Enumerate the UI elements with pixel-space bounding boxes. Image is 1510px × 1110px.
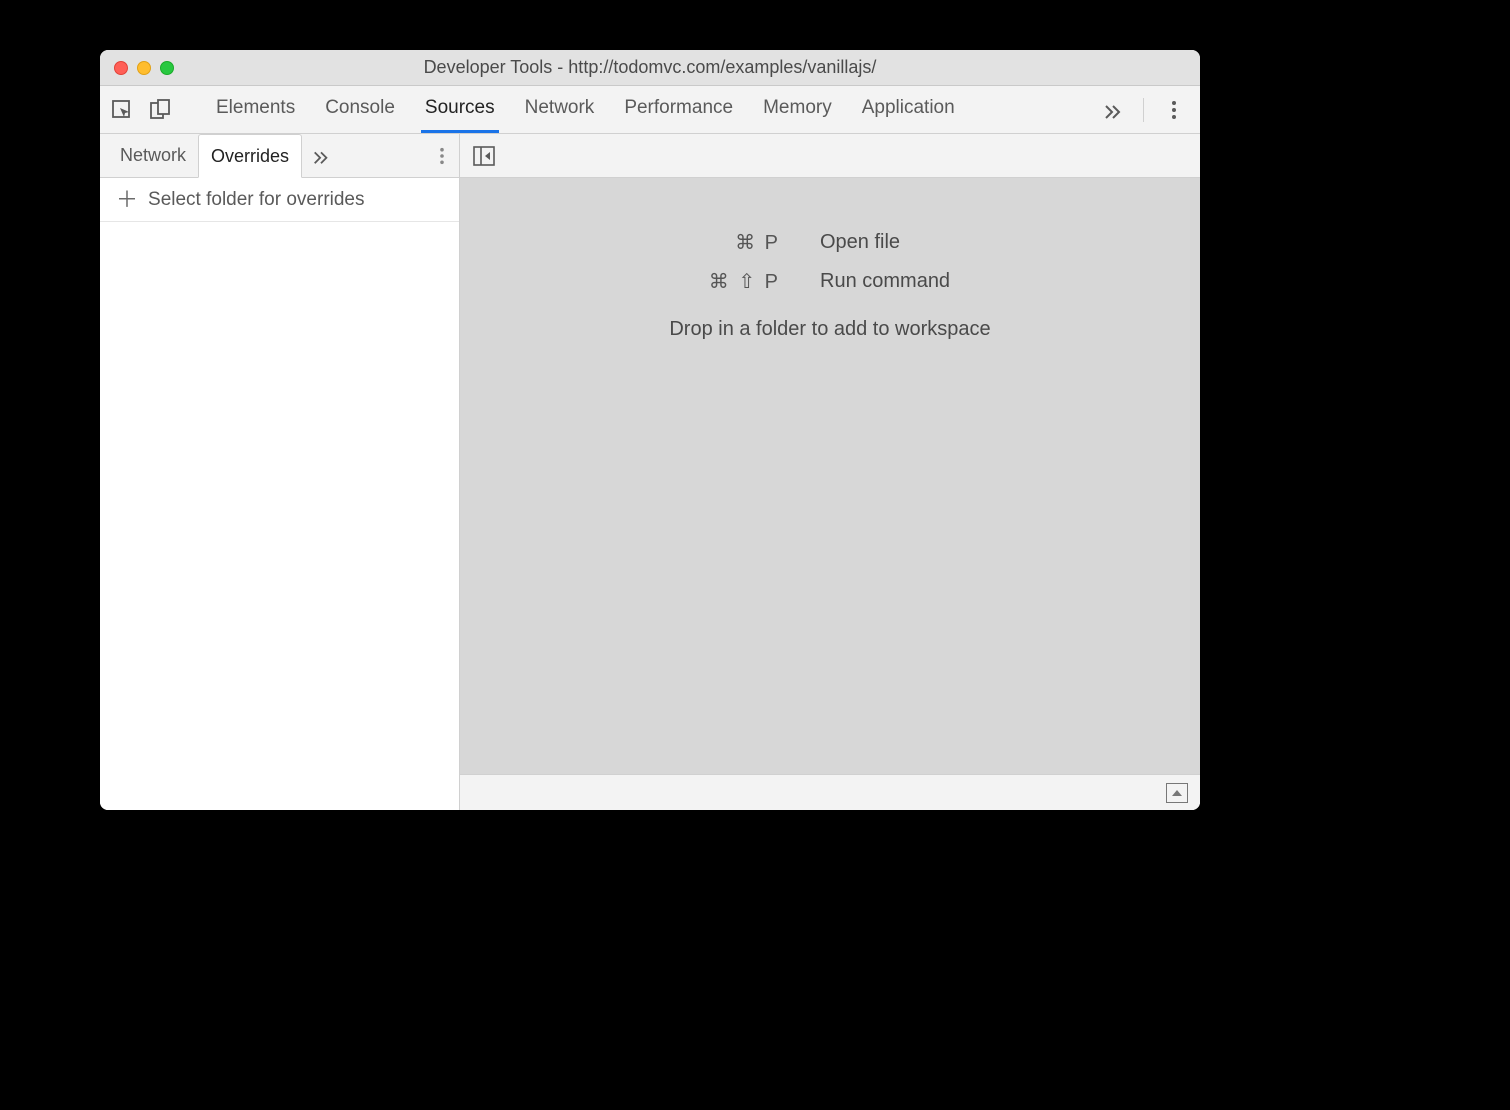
close-button[interactable] bbox=[114, 61, 128, 75]
main-tab-list: Elements Console Sources Network Perform… bbox=[212, 86, 959, 133]
hide-navigator-icon[interactable] bbox=[470, 142, 498, 170]
tab-console[interactable]: Console bbox=[321, 86, 399, 133]
tab-performance[interactable]: Performance bbox=[620, 86, 737, 133]
divider bbox=[1143, 98, 1144, 122]
editor-area: ⌘ P Open file ⌘ ⇧ P Run command Drop in … bbox=[460, 134, 1200, 810]
editor-footer bbox=[460, 774, 1200, 810]
tabs-overflow-icon[interactable] bbox=[1099, 96, 1127, 124]
sidebar-kebab-icon[interactable] bbox=[425, 134, 459, 177]
shortcut-run-command: ⌘ ⇧ P Run command bbox=[620, 269, 1040, 294]
sidebar-tab-overrides[interactable]: Overrides bbox=[198, 134, 302, 178]
zoom-button[interactable] bbox=[160, 61, 174, 75]
drop-folder-hint: Drop in a folder to add to workspace bbox=[669, 318, 990, 341]
console-drawer-toggle-icon[interactable] bbox=[1166, 783, 1188, 803]
window-title: Developer Tools - http://todomvc.com/exa… bbox=[100, 57, 1200, 78]
shortcut-desc: Run command bbox=[820, 270, 1040, 293]
tab-memory[interactable]: Memory bbox=[759, 86, 836, 133]
minimize-button[interactable] bbox=[137, 61, 151, 75]
select-folder-for-overrides-button[interactable]: ＋ Select folder for overrides bbox=[100, 178, 459, 222]
editor-placeholder: ⌘ P Open file ⌘ ⇧ P Run command Drop in … bbox=[460, 178, 1200, 774]
navigator-sidebar: Network Overrides ＋ Select folder for ov… bbox=[100, 134, 460, 810]
sidebar-tab-strip: Network Overrides bbox=[100, 134, 459, 178]
shortcut-desc: Open file bbox=[820, 231, 1040, 254]
shortcut-open-file: ⌘ P Open file bbox=[620, 230, 1040, 255]
panel-body: Network Overrides ＋ Select folder for ov… bbox=[100, 134, 1200, 810]
shortcut-keys: ⌘ ⇧ P bbox=[620, 269, 820, 294]
main-tabs-left bbox=[108, 96, 192, 124]
tab-sources[interactable]: Sources bbox=[421, 86, 499, 133]
main-tab-strip: Elements Console Sources Network Perform… bbox=[100, 86, 1200, 134]
tab-application[interactable]: Application bbox=[858, 86, 959, 133]
device-toggle-icon[interactable] bbox=[146, 96, 174, 124]
tab-elements[interactable]: Elements bbox=[212, 86, 299, 133]
plus-icon: ＋ bbox=[116, 189, 138, 211]
settings-kebab-icon[interactable] bbox=[1160, 96, 1188, 124]
select-folder-label: Select folder for overrides bbox=[148, 189, 365, 211]
editor-toolbar bbox=[460, 134, 1200, 178]
main-tabs-right bbox=[1099, 96, 1192, 124]
sidebar-tab-network[interactable]: Network bbox=[108, 134, 198, 177]
shortcut-keys: ⌘ P bbox=[620, 230, 820, 255]
sidebar-tabs-overflow-icon[interactable] bbox=[302, 134, 340, 177]
traffic-lights bbox=[100, 61, 174, 75]
titlebar: Developer Tools - http://todomvc.com/exa… bbox=[100, 50, 1200, 86]
tab-network[interactable]: Network bbox=[521, 86, 599, 133]
inspect-element-icon[interactable] bbox=[108, 96, 136, 124]
devtools-window: Developer Tools - http://todomvc.com/exa… bbox=[100, 50, 1200, 810]
